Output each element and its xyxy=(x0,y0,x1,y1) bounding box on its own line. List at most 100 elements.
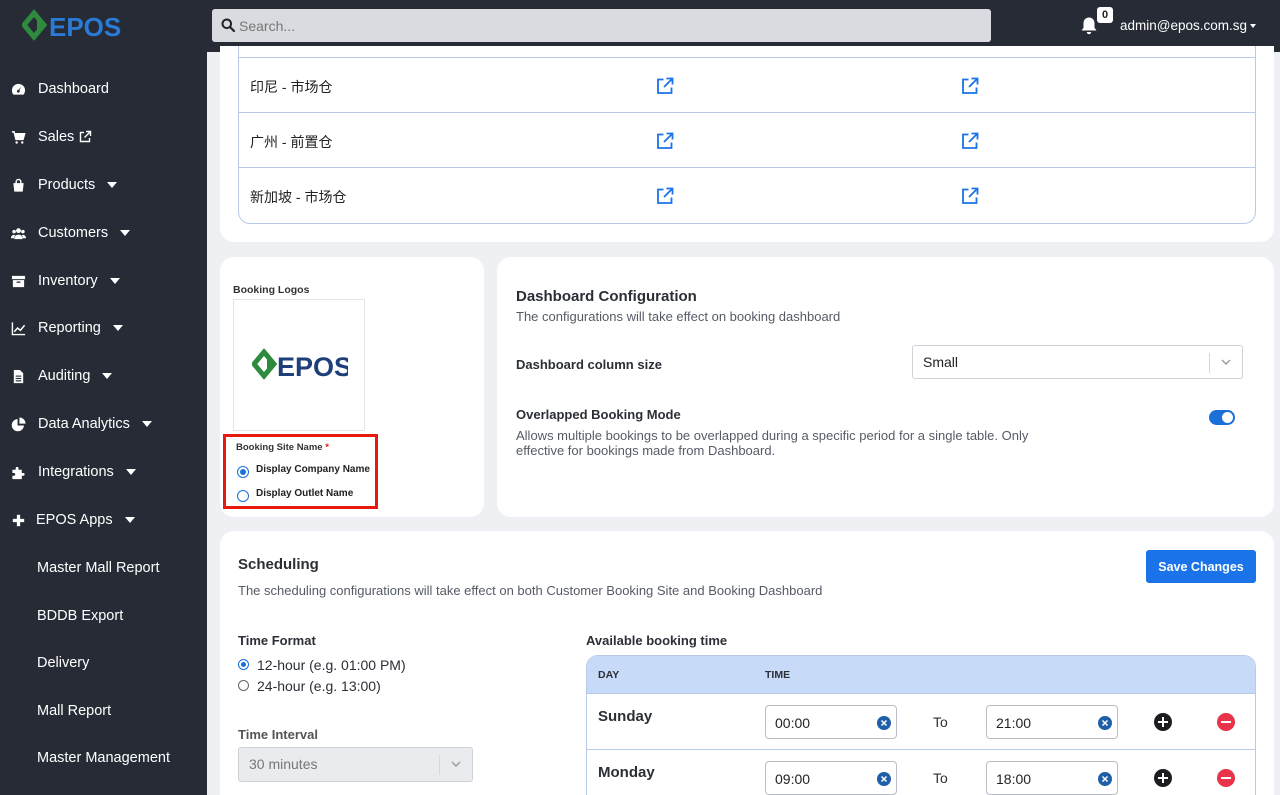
table-header: DAY TIME xyxy=(587,656,1255,693)
external-link-icon[interactable] xyxy=(960,131,980,151)
sidebar-item-label: Sales xyxy=(38,129,75,145)
caret-down-icon xyxy=(141,421,152,427)
clear-icon[interactable] xyxy=(1098,716,1112,730)
sidebar-subitem-delivery[interactable]: Delivery xyxy=(37,655,89,671)
caret-down-icon xyxy=(102,373,113,379)
user-email: admin@epos.com.sg xyxy=(1120,18,1248,33)
remove-time-icon[interactable] xyxy=(1217,713,1235,731)
puzzle-icon xyxy=(12,466,25,479)
end-time-input[interactable]: 18:00 xyxy=(986,761,1118,795)
sidebar-item-label: Inventory xyxy=(38,273,98,289)
time-interval-select[interactable]: 30 minutes xyxy=(238,747,473,782)
sidebar-item-customers[interactable]: Customers xyxy=(0,213,207,253)
display-company-name-label[interactable]: Display Company Name xyxy=(256,464,370,475)
sidebar-item-products[interactable]: Products xyxy=(0,165,207,205)
clear-icon[interactable] xyxy=(877,772,891,786)
remove-time-icon[interactable] xyxy=(1217,769,1235,787)
bell-icon[interactable] xyxy=(1079,16,1099,36)
cart-icon xyxy=(11,130,26,144)
clear-icon[interactable] xyxy=(1098,772,1112,786)
sidebar-item-inventory[interactable]: Inventory xyxy=(0,261,207,301)
table-row: Sunday 00:00 To 21:00 xyxy=(587,693,1255,749)
save-changes-button[interactable]: Save Changes xyxy=(1146,550,1256,583)
clear-icon[interactable] xyxy=(877,716,891,730)
pie-chart-icon xyxy=(11,416,26,431)
booking-logos-card: Booking Logos EPOS Booking Site Name * D… xyxy=(220,257,484,517)
sidebar-item-data-analytics[interactable]: Data Analytics xyxy=(0,404,207,444)
column-size-value: Small xyxy=(923,354,959,370)
overlap-mode-label: Overlapped Booking Mode xyxy=(516,407,681,422)
sidebar-subitem-master-mall-report[interactable]: Master Mall Report xyxy=(37,560,159,576)
caret-down-icon xyxy=(109,278,120,284)
sidebar-subitem-master-management[interactable]: Master Management xyxy=(37,750,170,766)
svg-text:EPOS: EPOS xyxy=(49,12,121,42)
external-link-icon[interactable] xyxy=(960,186,980,206)
day-label: Monday xyxy=(598,764,655,781)
external-link-icon[interactable] xyxy=(960,76,980,96)
sidebar-item-label: Dashboard xyxy=(38,81,109,97)
overlap-mode-toggle[interactable] xyxy=(1209,410,1235,425)
external-link-icon[interactable] xyxy=(655,186,675,206)
start-time-input[interactable]: 00:00 xyxy=(765,705,897,739)
sidebar-item-sales[interactable]: Sales xyxy=(0,117,207,157)
sidebar-item-reporting[interactable]: Reporting xyxy=(0,308,207,348)
add-time-icon[interactable] xyxy=(1154,713,1172,731)
12-hour-radio[interactable] xyxy=(238,659,249,670)
time-interval-label: Time Interval xyxy=(238,727,318,742)
start-time-input[interactable]: 09:00 xyxy=(765,761,897,795)
end-time-input[interactable]: 21:00 xyxy=(986,705,1118,739)
sidebar-item-label: Data Analytics xyxy=(38,416,130,432)
12-hour-label[interactable]: 12-hour (e.g. 01:00 PM) xyxy=(257,657,406,673)
file-icon xyxy=(13,369,24,383)
epos-logo: EPOS xyxy=(252,348,348,382)
table-row: 新加坡 - 市场仓 xyxy=(239,167,1255,222)
start-time-value: 00:00 xyxy=(775,715,811,731)
search-icon xyxy=(221,18,235,32)
table-row: Monday 09:00 To 18:00 xyxy=(587,749,1255,795)
add-time-icon[interactable] xyxy=(1154,769,1172,787)
search-bar[interactable] xyxy=(212,9,991,42)
user-menu[interactable]: admin@epos.com.sg xyxy=(1120,18,1257,33)
sidebar-item-dashboard[interactable]: Dashboard xyxy=(0,69,207,109)
sidebar-item-integrations[interactable]: Integrations xyxy=(0,452,207,492)
time-format-label: Time Format xyxy=(238,633,316,648)
column-size-label: Dashboard column size xyxy=(516,357,662,372)
table-row: 广州 - 前置仓 xyxy=(239,112,1255,167)
sidebar-subitem-mall-report[interactable]: Mall Report xyxy=(37,703,111,719)
sidebar-item-label: EPOS Apps xyxy=(36,512,113,528)
24-hour-label[interactable]: 24-hour (e.g. 13:00) xyxy=(257,678,381,694)
sidebar-item-label: Reporting xyxy=(38,320,101,336)
external-link-icon[interactable] xyxy=(655,131,675,151)
plus-icon xyxy=(12,514,25,526)
booking-site-name-label: Booking Site Name * xyxy=(236,442,329,453)
sidebar-subitem-bddb-export[interactable]: BDDB Export xyxy=(37,608,123,624)
overlap-mode-desc: effective for bookings made from Dashboa… xyxy=(516,443,776,458)
dashboard-config-title: Dashboard Configuration xyxy=(516,288,697,305)
display-outlet-name-label[interactable]: Display Outlet Name xyxy=(256,488,353,499)
time-interval-value: 30 minutes xyxy=(249,756,318,772)
users-icon xyxy=(11,227,26,239)
display-company-name-radio[interactable] xyxy=(237,466,249,478)
epos-logo[interactable]: EPOS xyxy=(22,9,124,43)
display-outlet-name-radio[interactable] xyxy=(237,490,249,502)
caret-down-icon xyxy=(112,325,123,331)
scheduling-title: Scheduling xyxy=(238,556,319,573)
column-size-select[interactable]: Small xyxy=(912,345,1243,379)
outlet-name: 广州 - 前置仓 xyxy=(250,134,333,150)
sidebar-item-auditing[interactable]: Auditing xyxy=(0,356,207,396)
booking-logos-label: Booking Logos xyxy=(233,284,310,296)
external-link-icon[interactable] xyxy=(655,76,675,96)
time-column-header: TIME xyxy=(765,669,791,681)
sidebar-item-label: Products xyxy=(38,177,96,193)
sidebar-item-epos-apps[interactable]: EPOS Apps xyxy=(0,500,207,540)
search-input[interactable] xyxy=(239,9,979,42)
bag-icon xyxy=(13,178,24,192)
svg-text:EPOS: EPOS xyxy=(277,352,348,382)
start-time-value: 09:00 xyxy=(775,771,811,787)
archive-icon xyxy=(11,275,26,287)
sidebar-item-label: Customers xyxy=(38,225,109,241)
top-bar: EPOS 0 admin@epos.com.sg xyxy=(0,0,1280,52)
24-hour-radio[interactable] xyxy=(238,680,249,691)
chevron-down-icon xyxy=(1221,359,1231,365)
booking-logo-upload[interactable]: EPOS xyxy=(233,299,365,431)
